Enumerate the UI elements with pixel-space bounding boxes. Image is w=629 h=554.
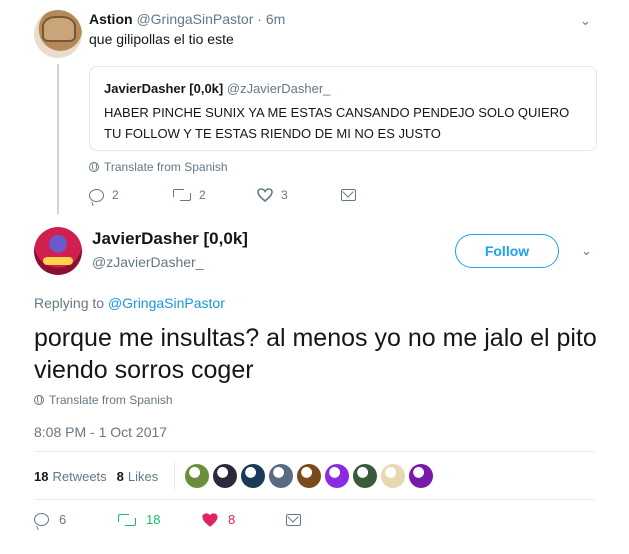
replying-to-link[interactable]: @GringaSinPastor xyxy=(108,295,225,311)
follow-button[interactable]: Follow xyxy=(455,234,559,268)
dm-button[interactable] xyxy=(286,512,370,527)
reply-button[interactable]: 2 xyxy=(89,188,173,202)
retweet-count: 2 xyxy=(199,188,206,202)
like-button[interactable]: 8 xyxy=(202,512,286,527)
reply-actions: 2 2 3 xyxy=(89,188,425,202)
liker-avatar[interactable] xyxy=(409,464,434,488)
like-button[interactable]: 3 xyxy=(257,188,341,202)
chevron-down-icon[interactable]: ⌄ xyxy=(581,243,592,259)
retweet-icon xyxy=(118,513,136,526)
display-name[interactable]: Astion xyxy=(89,11,133,27)
tweet-text: que gilipollas el tio este xyxy=(89,31,234,47)
envelope-icon xyxy=(341,189,356,201)
main-actions: 6 18 8 xyxy=(34,512,370,527)
liker-avatar[interactable] xyxy=(213,464,238,488)
tweet-text: porque me insultas? al menos yo no me ja… xyxy=(34,324,597,384)
stats-separator xyxy=(174,462,176,490)
dm-button[interactable] xyxy=(341,188,425,202)
translate-link[interactable]: Translate from Spanish xyxy=(34,393,173,407)
tweet-stats: 18 Retweets 8 Likes xyxy=(34,462,434,490)
tweet-time[interactable]: 6m xyxy=(266,11,285,27)
retweet-button[interactable]: 2 xyxy=(173,188,257,202)
reply-count: 6 xyxy=(59,512,67,527)
translate-link[interactable]: Translate from Spanish xyxy=(89,160,228,174)
liker-avatars xyxy=(185,464,434,488)
replying-to: Replying to @GringaSinPastor xyxy=(34,295,225,311)
avatar[interactable] xyxy=(34,227,82,275)
reply-button[interactable]: 6 xyxy=(34,512,118,527)
likes-stat[interactable]: 8 Likes xyxy=(117,469,159,484)
like-count: 3 xyxy=(281,188,288,202)
display-name[interactable]: JavierDasher [0,0k] xyxy=(92,229,248,249)
retweet-button[interactable]: 18 xyxy=(118,512,202,527)
liker-avatar[interactable] xyxy=(353,464,378,488)
liker-avatar[interactable] xyxy=(269,464,294,488)
globe-icon xyxy=(34,395,44,405)
liker-avatar[interactable] xyxy=(381,464,406,488)
reply-count: 2 xyxy=(112,188,119,202)
retweet-icon xyxy=(173,189,191,201)
quote-header: JavierDasher [0,0k] @zJavierDasher_ xyxy=(104,81,330,96)
quote-text: HABER PINCHE SUNIX YA ME ESTAS CANSANDO … xyxy=(104,105,570,141)
quoted-tweet[interactable]: JavierDasher [0,0k] @zJavierDasher_ HABE… xyxy=(89,66,597,151)
envelope-icon xyxy=(286,513,301,526)
heart-icon xyxy=(202,512,218,527)
divider xyxy=(34,499,594,500)
liker-avatar[interactable] xyxy=(297,464,322,488)
like-count: 8 xyxy=(228,512,236,527)
thread-line xyxy=(57,64,59,214)
liker-avatar[interactable] xyxy=(185,464,210,488)
reply-icon xyxy=(34,513,49,526)
handle[interactable]: @zJavierDasher_ xyxy=(92,254,203,270)
translate-label: Translate from Spanish xyxy=(49,393,173,407)
replying-prefix: Replying to xyxy=(34,295,105,311)
quote-display-name: JavierDasher [0,0k] xyxy=(104,81,224,96)
translate-label: Translate from Spanish xyxy=(104,160,228,174)
quote-handle: @zJavierDasher_ xyxy=(226,81,331,96)
heart-icon xyxy=(257,188,273,202)
retweets-stat[interactable]: 18 Retweets xyxy=(34,469,107,484)
handle[interactable]: @GringaSinPastor xyxy=(136,11,253,27)
liker-avatar[interactable] xyxy=(241,464,266,488)
separator: · xyxy=(257,11,262,27)
avatar[interactable] xyxy=(34,10,82,58)
reply-tweet[interactable]: Astion @GringaSinPastor · 6m ⌄ que gilip… xyxy=(0,0,629,216)
chevron-down-icon[interactable]: ⌄ xyxy=(580,13,594,28)
reply-icon xyxy=(89,188,104,202)
reply-header: Astion @GringaSinPastor · 6m xyxy=(89,11,285,27)
likes-count: 8 xyxy=(116,468,124,484)
liker-avatar[interactable] xyxy=(325,464,350,488)
globe-icon xyxy=(89,162,99,172)
retweets-label: Retweets xyxy=(52,468,107,484)
timestamp[interactable]: 8:08 PM - 1 Oct 2017 xyxy=(34,424,167,440)
divider xyxy=(34,451,594,452)
retweet-count: 18 xyxy=(146,512,161,527)
likes-label: Likes xyxy=(127,468,159,484)
retweets-count: 18 xyxy=(34,468,49,484)
